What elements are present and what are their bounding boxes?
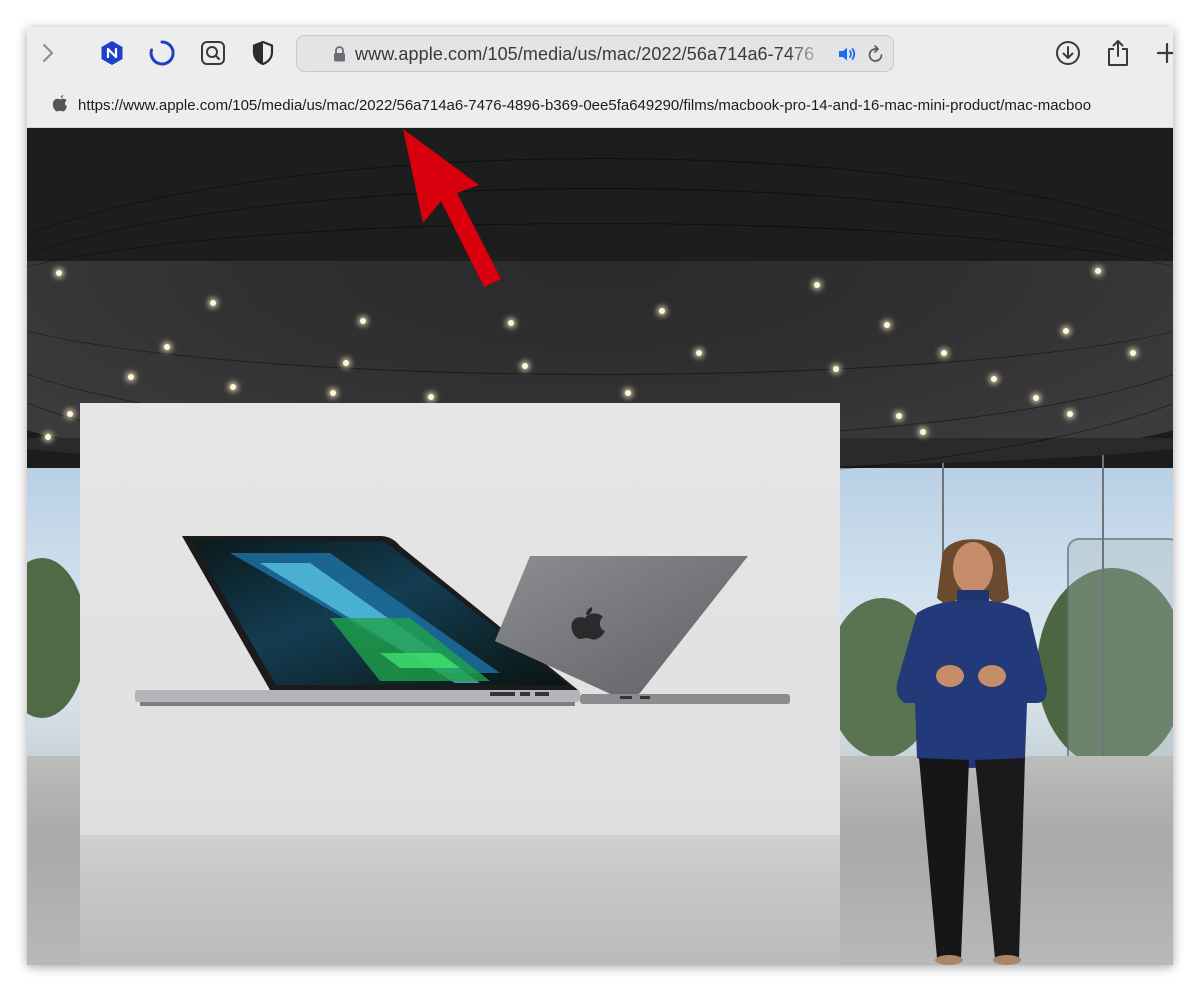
glass-elevator <box>1067 538 1173 782</box>
ceiling-light <box>1130 350 1136 356</box>
loading-spinner-icon[interactable] <box>147 38 177 68</box>
ceiling-light <box>45 434 51 440</box>
download-icon[interactable] <box>1053 38 1083 68</box>
address-bar[interactable]: www.apple.com/105/media/us/mac/2022/56a7… <box>296 35 894 72</box>
address-url: www.apple.com/105/media/us/mac/2022/56a7… <box>355 44 815 64</box>
shield-privacy-icon[interactable] <box>248 38 278 68</box>
chevron-right-icon[interactable] <box>33 38 63 68</box>
window-mullion <box>1102 448 1104 758</box>
screen-reflection <box>80 835 840 965</box>
ceiling-light <box>991 376 997 382</box>
ceiling-light <box>210 300 216 306</box>
speaker-icon[interactable] <box>837 45 857 68</box>
ceiling-light <box>920 429 926 435</box>
ceiling-light <box>128 374 134 380</box>
ceiling-light <box>1063 328 1069 334</box>
ceiling-light <box>659 308 665 314</box>
share-icon[interactable] <box>1103 38 1133 68</box>
full-url-bar: https://www.apple.com/105/media/us/mac/2… <box>27 81 1173 128</box>
ceiling-light <box>884 322 890 328</box>
browser-toolbar: www.apple.com/105/media/us/mac/2022/56a7… <box>27 27 1173 81</box>
ceiling-light <box>696 350 702 356</box>
red-arrow-annotation <box>397 127 507 302</box>
ceiling-light <box>1033 395 1039 401</box>
ceiling-light <box>343 360 349 366</box>
ceiling-light <box>833 366 839 372</box>
macbook-pro-image <box>135 536 790 706</box>
browser-window: www.apple.com/105/media/us/mac/2022/56a7… <box>27 27 1173 965</box>
ceiling-light <box>1067 411 1073 417</box>
presenter <box>887 528 1057 965</box>
ceiling-light <box>56 270 62 276</box>
ceiling-light <box>330 390 336 396</box>
ceiling-light <box>230 384 236 390</box>
search-extension-icon[interactable] <box>198 38 228 68</box>
ceiling-light <box>360 318 366 324</box>
ceiling-light <box>428 394 434 400</box>
apple-logo-icon <box>52 94 68 118</box>
ceiling-light <box>1095 268 1101 274</box>
full-url-text[interactable]: https://www.apple.com/105/media/us/mac/2… <box>78 97 1173 114</box>
hexagon-extension-icon[interactable] <box>97 38 127 68</box>
presentation-screen <box>80 403 840 835</box>
reload-icon[interactable] <box>867 44 885 69</box>
ceiling-light <box>164 344 170 350</box>
ceiling-light <box>522 363 528 369</box>
ceiling-light <box>941 350 947 356</box>
new-tab-icon[interactable] <box>1152 38 1173 68</box>
ceiling-light <box>625 390 631 396</box>
lock-icon <box>333 46 346 67</box>
ceiling-light <box>508 320 514 326</box>
ceiling-light <box>814 282 820 288</box>
ceiling-light <box>896 413 902 419</box>
ceiling-light <box>67 411 73 417</box>
video-frame[interactable] <box>27 128 1173 965</box>
